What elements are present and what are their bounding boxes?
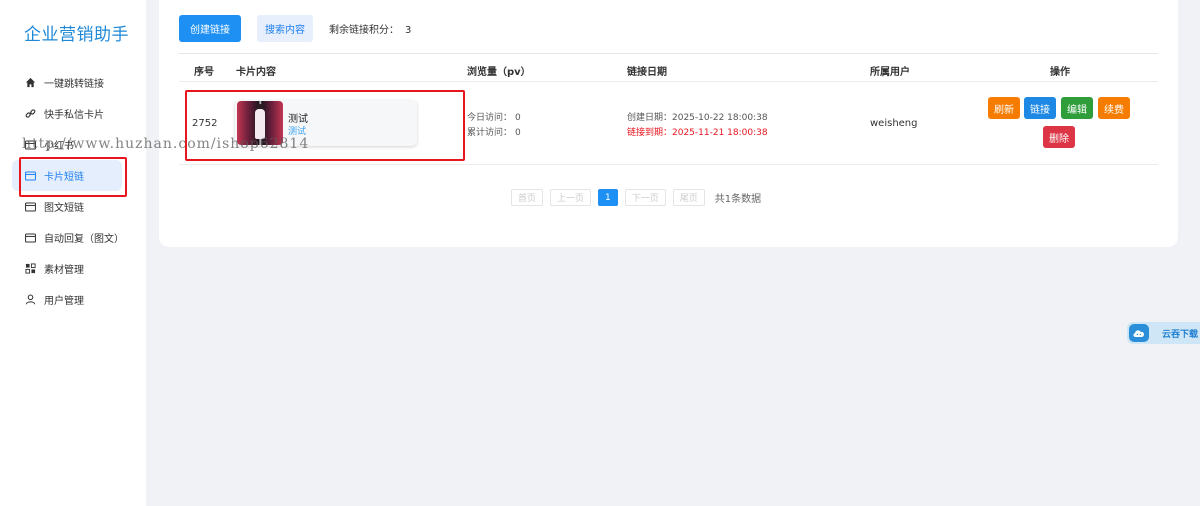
create-link-button[interactable]: 创建链接 — [179, 15, 241, 42]
table-top-divider — [179, 53, 1158, 54]
content-thumbnail — [237, 101, 283, 145]
column-header-id: 序号 — [194, 67, 214, 78]
remaining-credit: 剩余链接积分： 3 — [329, 21, 411, 36]
cloud-download-widget[interactable]: 云吞下载 — [1127, 322, 1200, 344]
sidebar-item-label: 用户管理 — [44, 296, 84, 307]
today-visits-label: 今日访问： — [467, 113, 513, 123]
delete-button[interactable]: 删除 — [1043, 126, 1075, 148]
main-panel: 创建链接 搜索内容 剩余链接积分： 3 序号 卡片内容 浏览量（pv） 链接日期 … — [159, 0, 1178, 247]
sidebar-item-auto-reply[interactable]: 自动回复（图文） — [12, 222, 130, 253]
sidebar-nav: 一键跳转链接 快手私信卡片 小红书 卡片短链 图文短链 自动回复（图文） 素材管… — [12, 67, 130, 315]
pagination-current-page[interactable]: 1 — [598, 189, 618, 206]
card-icon — [24, 232, 36, 244]
link-button[interactable]: 链接 — [1024, 97, 1056, 119]
column-header-actions: 操作 — [1050, 67, 1070, 78]
sidebar-item-graphic-shortlink[interactable]: 图文短链 — [12, 191, 130, 222]
pagination-first[interactable]: 首页 — [511, 189, 544, 206]
card-icon — [24, 201, 36, 213]
card-icon — [24, 170, 36, 182]
created-date: 创建日期：2025-10-22 18:00:38 — [627, 113, 768, 123]
user-icon — [24, 294, 36, 306]
cloud-icon — [1129, 324, 1149, 342]
renew-button[interactable]: 续费 — [1098, 97, 1130, 119]
sidebar-item-label: 图文短链 — [44, 203, 84, 214]
sidebar-item-label: 一键跳转链接 — [44, 79, 104, 90]
today-visits-value: 0 — [515, 113, 521, 123]
search-content-button[interactable]: 搜索内容 — [257, 15, 313, 42]
refresh-button[interactable]: 刷新 — [988, 97, 1020, 119]
sidebar-item-users[interactable]: 用户管理 — [12, 284, 130, 315]
sidebar-item-label: 卡片短链 — [44, 172, 84, 183]
owner-user: weisheng — [870, 118, 918, 129]
column-header-content: 卡片内容 — [236, 67, 276, 78]
sidebar-item-jump-link[interactable]: 一键跳转链接 — [12, 67, 130, 98]
column-header-user: 所属用户 — [870, 67, 910, 78]
sidebar-item-label: 自动回复（图文） — [44, 234, 124, 245]
sidebar-item-label: 小红书 — [44, 141, 74, 152]
column-header-date: 链接日期 — [627, 67, 667, 78]
column-header-pv: 浏览量（pv） — [467, 67, 531, 78]
sidebar-item-label: 快手私信卡片 — [44, 110, 104, 121]
edit-button[interactable]: 编辑 — [1061, 97, 1093, 119]
table-header-divider — [179, 81, 1158, 82]
app-brand: 企业营销助手 — [24, 25, 129, 45]
pagination-next[interactable]: 下一页 — [624, 189, 666, 206]
credit-label: 剩余链接积分： — [329, 25, 399, 36]
expiry-date: 链接到期：2025-11-21 18:00:38 — [627, 128, 768, 138]
sidebar-item-label: 素材管理 — [44, 265, 84, 276]
grid-icon — [24, 263, 36, 275]
pagination: 首页 上一页 1 下一页 尾页 共1条数据 — [511, 189, 761, 206]
content-title: 测试 — [288, 114, 308, 125]
link-icon — [24, 108, 36, 120]
pagination-last[interactable]: 尾页 — [672, 189, 705, 206]
pagination-prev[interactable]: 上一页 — [550, 189, 592, 206]
total-visits-label: 累计访问： — [467, 128, 513, 138]
sidebar: 企业营销助手 一键跳转链接 快手私信卡片 小红书 卡片短链 图文短链 自动回复（… — [0, 0, 146, 506]
card-icon — [24, 139, 36, 151]
sidebar-item-card-shortlink[interactable]: 卡片短链 — [12, 160, 122, 191]
sidebar-item-materials[interactable]: 素材管理 — [12, 253, 130, 284]
today-visits: 今日访问： 0 — [467, 110, 521, 123]
row-id: 2752 — [192, 118, 218, 129]
pagination-total: 共1条数据 — [714, 194, 762, 205]
total-visits-value: 0 — [515, 128, 521, 138]
content-card[interactable]: 测试 测试 — [235, 100, 417, 146]
home-icon — [24, 77, 36, 89]
content-subtitle: 测试 — [288, 127, 307, 137]
sidebar-item-kuaishou-card[interactable]: 快手私信卡片 — [12, 98, 130, 129]
total-visits: 累计访问： 0 — [467, 125, 521, 138]
cloud-widget-label: 云吞下载 — [1162, 329, 1199, 340]
sidebar-item-xiaohongshu[interactable]: 小红书 — [12, 129, 130, 160]
credit-value: 3 — [405, 25, 412, 36]
table-row-divider — [179, 164, 1158, 165]
toolbar: 创建链接 搜索内容 剩余链接积分： 3 — [179, 15, 411, 42]
